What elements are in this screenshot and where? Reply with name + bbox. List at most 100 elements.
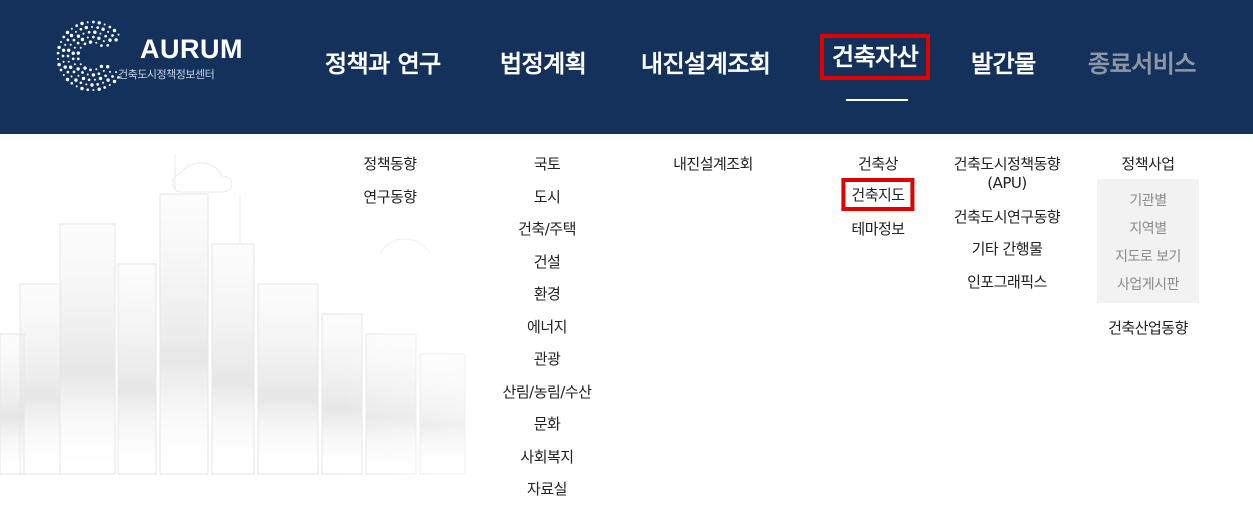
logo-dot bbox=[104, 74, 107, 78]
logo-dot bbox=[66, 70, 70, 74]
logo-dot bbox=[92, 20, 95, 24]
logo-dot bbox=[87, 30, 91, 34]
logo-dot bbox=[102, 40, 105, 43]
menu-apu-label[interactable]: (APU) bbox=[987, 174, 1027, 192]
logo-dot bbox=[97, 87, 101, 91]
logo-dot bbox=[98, 76, 103, 81]
logo-dot bbox=[61, 54, 65, 58]
nav-policy-research[interactable]: 정책과 연구 bbox=[325, 44, 441, 79]
logo-dot bbox=[66, 38, 70, 42]
logo-dot bbox=[106, 65, 110, 69]
logo-dot bbox=[74, 30, 77, 33]
active-nav-underline bbox=[846, 99, 908, 101]
logo-dot bbox=[104, 34, 107, 38]
logo-dot bbox=[84, 25, 88, 30]
logo-dot bbox=[79, 27, 83, 31]
logo-dot bbox=[65, 30, 70, 35]
logo-dot bbox=[97, 72, 101, 76]
logo-dot bbox=[62, 74, 65, 76]
logo-dot bbox=[111, 34, 114, 37]
menu-architecture-award[interactable]: 건축상 bbox=[858, 153, 898, 174]
submenu-map-view[interactable]: 지도로 보기 bbox=[1115, 246, 1181, 266]
menu-construction-industry-trends[interactable]: 건축산업동향 bbox=[1108, 317, 1188, 338]
logo-dot bbox=[106, 43, 110, 47]
menu-environment[interactable]: 환경 bbox=[534, 283, 561, 304]
aurum-logo[interactable]: AURUM 건축도시정책정보센터 bbox=[52, 16, 252, 98]
menu-city[interactable]: 도시 bbox=[534, 186, 561, 207]
logo-dot bbox=[114, 38, 118, 42]
logo-dot bbox=[92, 89, 95, 91]
nav-architectural-assets[interactable]: 건축자산 bbox=[819, 34, 931, 80]
nav-seismic-design[interactable]: 내진설계조회 bbox=[641, 44, 771, 79]
logo-dot bbox=[70, 75, 73, 78]
submenu-by-institution[interactable]: 기관별 bbox=[1129, 190, 1167, 210]
menu-tourism[interactable]: 관광 bbox=[534, 348, 561, 369]
logo-dot bbox=[69, 33, 74, 38]
logo-dot bbox=[73, 63, 76, 66]
menu-culture[interactable]: 문화 bbox=[534, 413, 561, 434]
menu-national-land[interactable]: 국토 bbox=[534, 153, 561, 174]
logo-dot bbox=[108, 84, 111, 86]
logo-dot bbox=[83, 66, 87, 70]
logo-dot bbox=[67, 48, 71, 52]
logo-subtitle: 건축도시정책정보센터 bbox=[118, 68, 215, 81]
logo-dot bbox=[79, 81, 83, 85]
logo-dot bbox=[74, 78, 78, 82]
submenu-project-board[interactable]: 사업게시판 bbox=[1117, 274, 1179, 294]
logo-ring-icon bbox=[56, 20, 120, 92]
logo-dot bbox=[111, 75, 114, 78]
logo-dot bbox=[101, 27, 105, 31]
logo-dot bbox=[69, 43, 72, 46]
logo-dot bbox=[72, 70, 76, 74]
logo-dot bbox=[62, 60, 65, 63]
logo-dot bbox=[75, 24, 79, 27]
logo-dot bbox=[83, 42, 87, 46]
logo-dot bbox=[87, 78, 91, 82]
logo-dot bbox=[61, 48, 66, 52]
logo-dot bbox=[95, 68, 98, 71]
logo-dot bbox=[71, 51, 75, 55]
logo-dot bbox=[109, 70, 111, 73]
logo-dot bbox=[72, 38, 76, 42]
logo-dot bbox=[60, 41, 62, 43]
logo-dot bbox=[112, 79, 117, 84]
menu-construction[interactable]: 건설 bbox=[534, 251, 561, 272]
menu-energy[interactable]: 에너지 bbox=[527, 316, 567, 337]
menu-policy-trends[interactable]: 정책동향 bbox=[363, 153, 417, 174]
menu-seismic-inquiry[interactable]: 내진설계조회 bbox=[673, 153, 753, 174]
nav-publications[interactable]: 발간물 bbox=[971, 44, 1036, 79]
menu-urban-research-trends[interactable]: 건축도시연구동향 bbox=[954, 206, 1061, 227]
logo-dot bbox=[108, 25, 112, 29]
submenu-by-region[interactable]: 지역별 bbox=[1129, 218, 1167, 238]
menu-research-trends[interactable]: 연구동향 bbox=[363, 186, 417, 207]
logo-dot bbox=[97, 21, 101, 25]
logo-dot bbox=[56, 51, 60, 55]
logo-dot bbox=[88, 40, 93, 44]
menu-infographics[interactable]: 인포그래픽스 bbox=[967, 271, 1047, 292]
menu-architecture-map[interactable]: 건축지도 bbox=[841, 178, 915, 211]
nav-ended-services[interactable]: 종료서비스 bbox=[1088, 44, 1196, 79]
logo-dot bbox=[117, 33, 120, 36]
logo-dot bbox=[70, 27, 73, 30]
menu-policy-projects[interactable]: 정책사업 bbox=[1121, 153, 1175, 174]
logo-dot bbox=[107, 30, 110, 33]
logo-dot bbox=[82, 32, 85, 35]
nav-statutory-plan[interactable]: 법정계획 bbox=[500, 44, 587, 79]
menu-policy-trends-apu[interactable]: 건축도시정책동향 bbox=[954, 153, 1061, 174]
menu-social-welfare[interactable]: 사회복지 bbox=[520, 446, 574, 467]
logo-dot bbox=[80, 37, 85, 42]
logo-dot bbox=[93, 30, 97, 34]
menu-other-publications[interactable]: 기타 간행물 bbox=[972, 238, 1043, 259]
logo-dot bbox=[64, 43, 67, 46]
logo-dot bbox=[86, 88, 90, 92]
menu-architecture-housing[interactable]: 건축/주택 bbox=[518, 218, 576, 239]
menu-archive[interactable]: 자료실 bbox=[527, 478, 567, 499]
menu-theme-info[interactable]: 테마정보 bbox=[851, 218, 905, 239]
logo-dot bbox=[77, 74, 80, 77]
logo-dot bbox=[99, 64, 104, 69]
logo-dot bbox=[97, 36, 101, 40]
logo-dot bbox=[103, 23, 106, 26]
logo-dot bbox=[76, 41, 80, 45]
logo-dot bbox=[100, 44, 103, 47]
menu-forestry-agriculture[interactable]: 산림/농림/수산 bbox=[503, 381, 592, 402]
